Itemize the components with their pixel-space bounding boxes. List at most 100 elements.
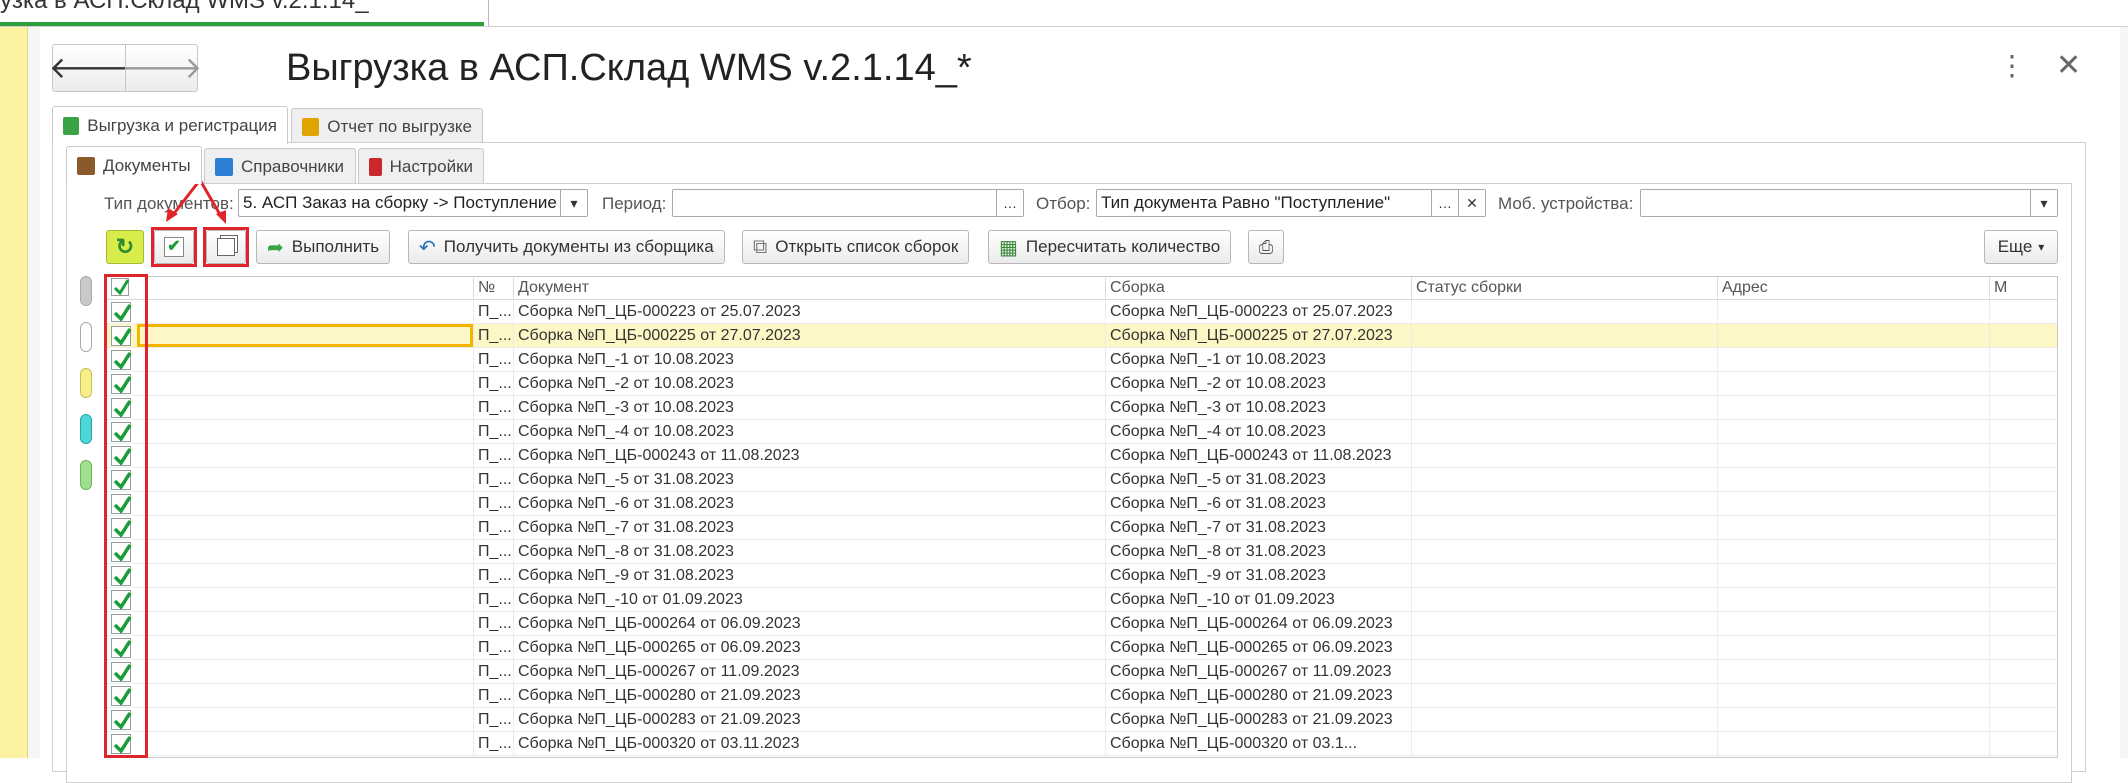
row-assembly-status[interactable]: [1411, 348, 1717, 371]
tab-report[interactable]: Отчет по выгрузке: [291, 108, 483, 144]
row-num[interactable]: П_...: [473, 372, 513, 395]
table-row[interactable]: П_... Сборка №П_-2 от 10.08.2023 Сборка №П…: [107, 372, 2057, 396]
row-m[interactable]: [1989, 612, 2057, 635]
table-row[interactable]: П_... Сборка №П_-4 от 10.08.2023 Сборка №П…: [107, 420, 2057, 444]
row-blank-cell[interactable]: [107, 684, 473, 707]
recount-button[interactable]: ▦ Пересчитать количество: [988, 230, 1232, 264]
row-document[interactable]: Сборка №П_ЦБ-000320 от 03.11.2023: [513, 732, 1105, 755]
row-assembly[interactable]: Сборка №П_-6 от 31.08.2023: [1105, 492, 1411, 515]
row-num[interactable]: П_...: [473, 636, 513, 659]
row-num[interactable]: П_...: [473, 564, 513, 587]
row-address[interactable]: [1717, 564, 1989, 587]
row-m[interactable]: [1989, 684, 2057, 707]
row-address[interactable]: [1717, 420, 1989, 443]
forward-button[interactable]: 🡒: [122, 45, 202, 91]
row-m[interactable]: [1989, 420, 2057, 443]
clear-icon[interactable]: ✕: [1458, 190, 1485, 216]
row-num[interactable]: П_...: [473, 348, 513, 371]
row-document[interactable]: Сборка №П_-8 от 31.08.2023: [513, 540, 1105, 563]
row-m[interactable]: [1989, 468, 2057, 491]
row-m[interactable]: [1989, 348, 2057, 371]
header-check[interactable]: [107, 277, 467, 299]
row-assembly[interactable]: Сборка №П_-7 от 31.08.2023: [1105, 516, 1411, 539]
row-assembly-status[interactable]: [1411, 300, 1717, 323]
row-m[interactable]: [1989, 444, 2057, 467]
get-documents-button[interactable]: ↶ Получить документы из сборщика: [408, 230, 725, 264]
filter-field[interactable]: Тип документа Равно "Поступление" … ✕: [1096, 189, 1486, 217]
row-assembly[interactable]: Сборка №П_ЦБ-000223 от 25.07.2023: [1105, 300, 1411, 323]
row-m[interactable]: [1989, 396, 2057, 419]
row-assembly-status[interactable]: [1411, 564, 1717, 587]
ellipsis-icon[interactable]: …: [996, 190, 1023, 216]
table-row[interactable]: П_... Сборка №П_-5 от 31.08.2023 Сборка №П…: [107, 468, 2057, 492]
row-assembly[interactable]: Сборка №П_ЦБ-000280 от 21.09.2023: [1105, 684, 1411, 707]
row-blank-cell[interactable]: [107, 612, 473, 635]
row-address[interactable]: [1717, 708, 1989, 731]
table-row[interactable]: П_... Сборка №П_-1 от 10.08.2023 Сборка №П…: [107, 348, 2057, 372]
row-blank-cell[interactable]: [107, 660, 473, 683]
tab-upload-register[interactable]: Выгрузка и регистрация: [52, 106, 288, 144]
row-blank-cell[interactable]: [107, 396, 473, 419]
period-field[interactable]: …: [672, 189, 1024, 217]
doc-type-select[interactable]: 5. АСП Заказ на сборку -> Поступление ▾: [238, 189, 588, 217]
row-num[interactable]: П_...: [473, 396, 513, 419]
row-assembly[interactable]: Сборка №П_-9 от 31.08.2023: [1105, 564, 1411, 587]
row-m[interactable]: [1989, 708, 2057, 731]
row-num[interactable]: П_...: [473, 660, 513, 683]
row-address[interactable]: [1717, 372, 1989, 395]
row-document[interactable]: Сборка №П_-2 от 10.08.2023: [513, 372, 1105, 395]
row-blank-cell[interactable]: [137, 324, 473, 347]
row-assembly[interactable]: Сборка №П_ЦБ-000265 от 06.09.2023: [1105, 636, 1411, 659]
row-num[interactable]: П_...: [473, 300, 513, 323]
row-num[interactable]: П_...: [473, 468, 513, 491]
header-assembly[interactable]: Сборка: [1105, 277, 1411, 299]
mobile-devices-select[interactable]: ▾: [1640, 189, 2058, 217]
table-row[interactable]: П_... Сборка №П_-8 от 31.08.2023 Сборка №П…: [107, 540, 2057, 564]
back-button[interactable]: 🡐: [49, 45, 129, 91]
row-assembly[interactable]: Сборка №П_ЦБ-000264 от 06.09.2023: [1105, 612, 1411, 635]
row-num[interactable]: П_...: [473, 516, 513, 539]
row-m[interactable]: [1989, 540, 2057, 563]
table-row[interactable]: П_... Сборка №П_ЦБ-000320 от 03.11.2023 Сб…: [107, 732, 2057, 756]
row-document[interactable]: Сборка №П_-5 от 31.08.2023: [513, 468, 1105, 491]
side-handle-white[interactable]: [80, 322, 92, 352]
refresh-button[interactable]: ↻: [106, 230, 144, 264]
row-document[interactable]: Сборка №П_ЦБ-000267 от 11.09.2023: [513, 660, 1105, 683]
row-assembly-status[interactable]: [1411, 492, 1717, 515]
header-num[interactable]: №: [473, 277, 513, 299]
table-row[interactable]: П_... Сборка №П_-10 от 01.09.2023 Сборка №…: [107, 588, 2057, 612]
close-icon[interactable]: ✕: [2056, 51, 2081, 81]
row-document[interactable]: Сборка №П_ЦБ-000225 от 27.07.2023: [513, 324, 1105, 347]
row-assembly[interactable]: Сборка №П_-8 от 31.08.2023: [1105, 540, 1411, 563]
row-num[interactable]: П_...: [473, 732, 513, 755]
row-assembly-status[interactable]: [1411, 540, 1717, 563]
row-assembly[interactable]: Сборка №П_-3 от 10.08.2023: [1105, 396, 1411, 419]
tab-documents[interactable]: Документы: [66, 146, 202, 184]
print-button[interactable]: ⎙: [1248, 230, 1284, 264]
row-blank-cell[interactable]: [107, 468, 473, 491]
row-document[interactable]: Сборка №П_ЦБ-000264 от 06.09.2023: [513, 612, 1105, 635]
row-document[interactable]: Сборка №П_-3 от 10.08.2023: [513, 396, 1105, 419]
row-assembly[interactable]: Сборка №П_-4 от 10.08.2023: [1105, 420, 1411, 443]
row-address[interactable]: [1717, 684, 1989, 707]
table-row[interactable]: П_... Сборка №П_-9 от 31.08.2023 Сборка №П…: [107, 564, 2057, 588]
row-assembly[interactable]: Сборка №П_ЦБ-000320 от 03.1...: [1105, 732, 1411, 755]
row-document[interactable]: Сборка №П_-7 от 31.08.2023: [513, 516, 1105, 539]
row-document[interactable]: Сборка №П_ЦБ-000280 от 21.09.2023: [513, 684, 1105, 707]
row-num[interactable]: П_...: [473, 324, 513, 347]
row-document[interactable]: Сборка №П_-4 от 10.08.2023: [513, 420, 1105, 443]
side-handle-cyan[interactable]: [80, 414, 92, 444]
row-num[interactable]: П_...: [473, 612, 513, 635]
row-address[interactable]: [1717, 396, 1989, 419]
row-address[interactable]: [1717, 612, 1989, 635]
row-assembly-status[interactable]: [1411, 372, 1717, 395]
table-row[interactable]: П_... Сборка №П_ЦБ-000243 от 11.08.2023 Сб…: [107, 444, 2057, 468]
row-assembly-status[interactable]: [1411, 444, 1717, 467]
row-document[interactable]: Сборка №П_ЦБ-000223 от 25.07.2023: [513, 300, 1105, 323]
table-row[interactable]: П_... Сборка №П_-7 от 31.08.2023 Сборка №П…: [107, 516, 2057, 540]
row-address[interactable]: [1717, 588, 1989, 611]
row-blank-cell[interactable]: [107, 348, 473, 371]
row-assembly[interactable]: Сборка №П_ЦБ-000283 от 21.09.2023: [1105, 708, 1411, 731]
row-assembly-status[interactable]: [1411, 324, 1717, 347]
row-assembly-status[interactable]: [1411, 636, 1717, 659]
